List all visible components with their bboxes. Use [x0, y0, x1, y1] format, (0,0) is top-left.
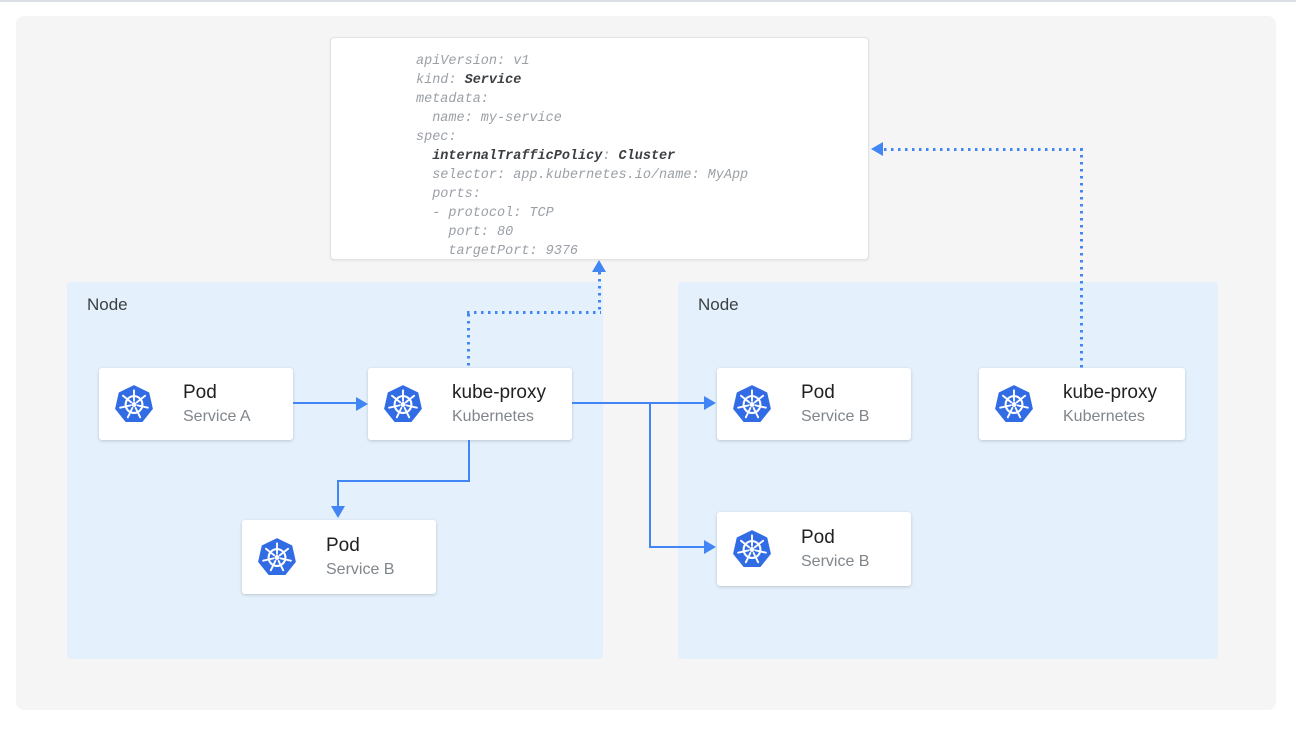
code-segment: port: 80 [416, 225, 513, 240]
code-segment [416, 149, 432, 164]
pod-service-b-right-bottom-card: Pod Service B [717, 512, 911, 586]
node-label: Node [87, 295, 128, 315]
code-segment: ports: [416, 187, 481, 202]
dotted-left-kubeproxy-h [467, 311, 601, 314]
kube-proxy-right-card: kube-proxy Kubernetes [979, 368, 1185, 440]
arrowhead-right-icon [704, 396, 716, 410]
code-line: apiVersion: v1 [416, 52, 868, 71]
code-line: kind: Service [416, 71, 868, 90]
code-segment: internalTrafficPolicy [432, 149, 602, 164]
dotted-left-kubeproxy-v [467, 314, 470, 368]
card-title: Pod [801, 381, 869, 405]
arrow-kubeproxy-to-pod-b-left-v2 [337, 480, 339, 508]
kubernetes-icon [731, 383, 773, 425]
arrowhead-left-icon [871, 142, 883, 156]
card-title: Pod [326, 534, 394, 558]
code-line: spec: [416, 128, 868, 147]
node-label: Node [698, 295, 739, 315]
code-line: name: my-service [416, 109, 868, 128]
arrow-kubeproxy-to-pod-b-left-h [338, 480, 470, 482]
node-right: Node [678, 282, 1218, 659]
code-segment: spec: [416, 130, 457, 145]
pod-service-b-left-card: Pod Service B [242, 520, 436, 594]
pod-service-b-right-top-card: Pod Service B [717, 368, 911, 440]
dotted-left-kubeproxy-v2 [598, 272, 601, 314]
yaml-manifest-box: apiVersion: v1 kind: Service metadata: n… [330, 37, 869, 260]
code-line: selector: app.kubernetes.io/name: MyApp [416, 166, 868, 185]
kubernetes-icon [113, 383, 155, 425]
dotted-right-kubeproxy-v [1080, 148, 1083, 368]
card-title: Pod [183, 381, 251, 405]
code-segment: metadata: [416, 92, 489, 107]
dotted-right-kubeproxy-h [884, 148, 1083, 151]
kube-proxy-left-card: kube-proxy Kubernetes [368, 368, 572, 440]
code-line: port: 80 [416, 223, 868, 242]
kubernetes-icon [993, 383, 1035, 425]
arrow-kubeproxy-to-pod-b-top-h [572, 402, 705, 404]
code-line: ports: [416, 185, 868, 204]
node-left: Node [67, 282, 603, 659]
code-line: internalTrafficPolicy: Cluster [416, 147, 868, 166]
card-subtitle: Service B [326, 559, 394, 580]
code-segment: targetPort: 9376 [416, 244, 578, 259]
code-line: - protocol: TCP [416, 204, 868, 223]
arrow-branch-vertical [649, 402, 651, 547]
kubernetes-icon [731, 528, 773, 570]
arrowhead-right-icon [704, 540, 716, 554]
pod-service-a-card: Pod Service A [99, 368, 293, 440]
arrowhead-right-icon [356, 397, 368, 411]
code-segment: - protocol: TCP [416, 206, 554, 221]
top-divider [0, 0, 1296, 2]
code-segment: : [602, 149, 618, 164]
code-segment: apiVersion: v1 [416, 54, 529, 69]
card-subtitle: Kubernetes [1063, 406, 1157, 427]
arrow-kubeproxy-to-pod-b-left-v1 [468, 440, 470, 482]
card-title: Pod [801, 526, 869, 550]
arrowhead-up-icon [592, 260, 606, 272]
code-segment: Cluster [619, 149, 676, 164]
card-subtitle: Service B [801, 406, 869, 427]
card-subtitle: Service A [183, 406, 251, 427]
yaml-code: apiVersion: v1 kind: Service metadata: n… [331, 38, 868, 261]
code-segment: Service [465, 73, 522, 88]
arrowhead-down-icon [331, 506, 345, 518]
diagram-stage: apiVersion: v1 kind: Service metadata: n… [0, 0, 1296, 729]
arrow-pod-a-to-kubeproxy [293, 402, 357, 404]
kubernetes-icon [382, 383, 424, 425]
code-line: metadata: [416, 90, 868, 109]
kubernetes-icon [256, 536, 298, 578]
card-title: kube-proxy [452, 381, 546, 405]
code-segment: selector: app.kubernetes.io/name: MyApp [416, 168, 748, 183]
code-segment: kind: [416, 73, 465, 88]
card-subtitle: Kubernetes [452, 406, 546, 427]
arrow-branch-to-pod-b-bottom-h [649, 546, 705, 548]
code-segment: name: my-service [416, 111, 562, 126]
card-title: kube-proxy [1063, 381, 1157, 405]
code-line: targetPort: 9376 [416, 242, 868, 261]
card-subtitle: Service B [801, 551, 869, 572]
